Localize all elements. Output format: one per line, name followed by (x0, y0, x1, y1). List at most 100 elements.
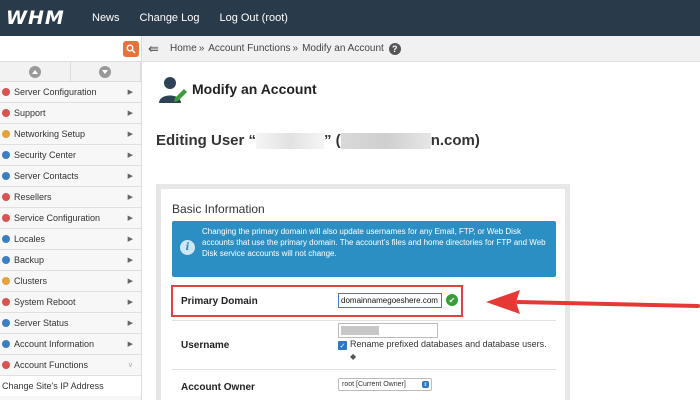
server-status-icon (2, 319, 10, 327)
support-icon (2, 109, 10, 117)
row-divider (172, 369, 556, 370)
sidebar-item-system-reboot[interactable]: System Reboot ▶ (0, 292, 141, 313)
chevron-right-icon: ▶ (127, 236, 133, 243)
scroll-up-button[interactable] (0, 62, 71, 81)
sidebar-menu: Server Configuration ▶ Support ▶ Networking … (0, 82, 141, 376)
networking-setup-icon (2, 130, 10, 138)
sidebar-item-label: Networking Setup (14, 129, 86, 139)
sidebar-item-label: Locales (14, 234, 46, 244)
annotation-arrow-icon (486, 290, 700, 314)
chevron-right-icon: ▶ (127, 89, 133, 96)
account-owner-label: Account Owner (181, 382, 255, 393)
locales-icon (2, 235, 10, 243)
username-input[interactable] (338, 323, 438, 338)
select-arrows-icon: ⇕ (422, 381, 429, 388)
breadcrumb-account-functions[interactable]: Account Functions (208, 43, 290, 54)
account-functions-icon (2, 361, 10, 369)
redacted-username (256, 133, 325, 150)
sidebar-item-security-center[interactable]: Security Center ▶ (0, 145, 141, 166)
account-owner-select[interactable]: root [Current Owner] ⇕ (338, 378, 432, 391)
editing-user-heading: Editing User “ ” ( n.com) (156, 132, 480, 150)
sidebar: Server Configuration ▶ Support ▶ Networking … (0, 36, 142, 400)
chevron-right-icon: ▶ (127, 215, 133, 222)
sidebar-item-label: Clusters (14, 276, 48, 286)
redacted-domain (340, 133, 431, 150)
sidebar-scroll-controls (0, 62, 141, 82)
nav-news-link[interactable]: News (92, 12, 120, 24)
page-title: Modify an Account (192, 81, 317, 97)
security-center-icon (2, 151, 10, 159)
chevron-right-icon: ▶ (127, 320, 133, 327)
rename-prefixed-label: Rename prefixed databases and database u… (350, 339, 547, 361)
chevron-right-icon: ▶ (127, 152, 133, 159)
sidebar-item-networking-setup[interactable]: Networking Setup ▶ (0, 124, 141, 145)
sidebar-item-server-status[interactable]: Server Status ▶ (0, 313, 141, 334)
search-icon (126, 44, 136, 54)
editing-prefix: Editing User “ (156, 132, 257, 149)
editing-middle: ” ( (324, 132, 341, 149)
sidebar-item-label: Account Information (14, 339, 95, 349)
panel-title: Basic Information (172, 202, 265, 216)
help-icon[interactable]: ? (388, 42, 401, 55)
chevron-right-icon: ▶ (127, 131, 133, 138)
database-icon: ◆ (350, 352, 357, 361)
rename-prefixed-checkbox[interactable]: ✓ (338, 341, 347, 350)
sidebar-item-label: Service Configuration (14, 213, 101, 223)
info-text: Changing the primary domain will also up… (202, 227, 546, 258)
sidebar-item-label: System Reboot (14, 297, 76, 307)
chevron-right-icon: ▶ (127, 173, 133, 180)
sidebar-item-server-configuration[interactable]: Server Configuration ▶ (0, 82, 141, 103)
chevron-down-icon (102, 69, 109, 74)
server-configuration-icon (2, 88, 10, 96)
chevron-right-icon: ▶ (127, 299, 133, 306)
nav-logout-link[interactable]: Log Out (root) (219, 12, 287, 24)
primary-domain-input[interactable] (338, 293, 442, 308)
sidebar-item-account-functions[interactable]: Account Functions ∨ (0, 355, 141, 376)
username-label: Username (181, 340, 230, 351)
chevron-right-icon: ▶ (127, 278, 133, 285)
clusters-icon (2, 277, 10, 285)
scroll-down-button[interactable] (71, 62, 141, 81)
chevron-down-icon: ∨ (127, 362, 133, 369)
sidebar-item-locales[interactable]: Locales ▶ (0, 229, 141, 250)
chevron-right-icon: ▶ (127, 110, 133, 117)
chevron-right-icon: ▶ (127, 257, 133, 264)
whm-logo[interactable]: WHM (6, 7, 80, 29)
breadcrumb: ⇚ Home » Account Functions » Modify an A… (142, 36, 700, 62)
sidebar-item-support[interactable]: Support ▶ (0, 103, 141, 124)
nav-changelog-link[interactable]: Change Log (140, 12, 200, 24)
chevron-right-icon: ▶ (127, 194, 133, 201)
collapse-sidebar-icon[interactable]: ⇚ (148, 41, 166, 57)
breadcrumb-separator: » (292, 43, 299, 54)
top-bar: WHM News Change Log Log Out (root) (0, 0, 700, 36)
breadcrumb-current: Modify an Account (302, 43, 384, 54)
sidebar-item-server-contacts[interactable]: Server Contacts ▶ (0, 166, 141, 187)
system-reboot-icon (2, 298, 10, 306)
service-configuration-icon (2, 214, 10, 222)
valid-check-icon: ✔ (446, 294, 458, 306)
user-edit-icon (159, 77, 187, 103)
server-contacts-icon (2, 172, 10, 180)
resellers-icon (2, 193, 10, 201)
sidebar-item-label: Server Contacts (14, 171, 79, 181)
sidebar-item-label: Backup (14, 255, 45, 265)
search-button[interactable] (123, 40, 139, 57)
sidebar-item-label: Server Configuration (14, 87, 97, 97)
chevron-right-icon: ▶ (127, 341, 133, 348)
breadcrumb-separator: » (198, 43, 205, 54)
sidebar-item-service-configuration[interactable]: Service Configuration ▶ (0, 208, 141, 229)
sidebar-item-account-information[interactable]: Account Information ▶ (0, 334, 141, 355)
sidebar-search-input[interactable] (2, 38, 120, 59)
breadcrumb-home[interactable]: Home (170, 43, 197, 54)
sidebar-item-label: Resellers (14, 192, 52, 202)
account-owner-value: root [Current Owner] (342, 381, 406, 388)
sidebar-subitem-change-ip[interactable]: Change Site's IP Address (0, 376, 141, 396)
account-information-icon (2, 340, 10, 348)
sidebar-item-label: Server Status (14, 318, 69, 328)
sidebar-item-resellers[interactable]: Resellers ▶ (0, 187, 141, 208)
sidebar-search-row (0, 36, 141, 62)
sidebar-item-backup[interactable]: Backup ▶ (0, 250, 141, 271)
editing-suffix: n.com) (430, 132, 480, 149)
sidebar-item-clusters[interactable]: Clusters ▶ (0, 271, 141, 292)
info-icon: i (180, 240, 195, 255)
